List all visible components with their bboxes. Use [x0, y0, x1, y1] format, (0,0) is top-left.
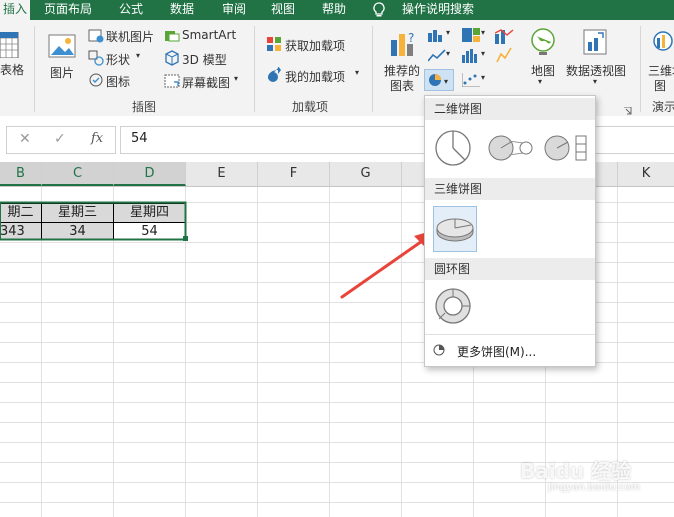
column-header-k[interactable]: K	[618, 162, 674, 186]
bar-of-pie-option[interactable]	[543, 128, 589, 168]
divider	[254, 26, 255, 112]
addins-group-label: 加载项	[292, 100, 329, 114]
section-2d-pie: 二维饼图	[425, 98, 595, 120]
model3d-label[interactable]: 3D 模型	[182, 51, 227, 68]
get-addins-label[interactable]: 获取加载项	[285, 37, 345, 54]
recommended-charts-label-2[interactable]: 图表	[390, 77, 414, 94]
pie-chart-button[interactable]: ▾	[424, 69, 454, 91]
chevron-down-icon[interactable]: ▾	[446, 28, 450, 37]
column-header-g[interactable]: G	[330, 162, 402, 186]
smartart-icon[interactable]	[164, 28, 180, 47]
tab-data[interactable]: 数据	[170, 0, 194, 20]
cell-b3[interactable]: 343	[0, 222, 41, 242]
pivotchart-icon[interactable]	[582, 28, 608, 59]
divider	[372, 26, 373, 112]
more-pie-charts-item[interactable]: 更多饼图(M)...	[457, 343, 536, 360]
section-3d-pie: 三维饼图	[425, 178, 595, 200]
online-picture-icon[interactable]	[88, 28, 104, 47]
my-addins-icon[interactable]	[266, 66, 282, 86]
section-doughnut: 圆环图	[425, 258, 595, 280]
scatter-chart-icon[interactable]	[461, 73, 480, 90]
divider	[640, 26, 641, 112]
table-icon[interactable]	[0, 31, 20, 61]
combo-chart-icon[interactable]	[494, 28, 515, 67]
doughnut-option[interactable]	[433, 286, 473, 326]
tab-review[interactable]: 审阅	[222, 0, 246, 20]
svg-text:?: ?	[408, 31, 414, 45]
watermark-logo: Baidu 经验	[520, 459, 632, 483]
smartart-label[interactable]: SmartArt	[182, 28, 236, 42]
hierarchy-chart-icon[interactable]	[462, 28, 480, 45]
chevron-down-icon[interactable]: ▾	[446, 49, 450, 58]
tab-page-layout[interactable]: 页面布局	[44, 0, 92, 20]
chevron-down-icon[interactable]: ▾	[593, 77, 597, 86]
insert-function-icon[interactable]: fx	[91, 131, 103, 146]
shapes-label[interactable]: 形状	[106, 51, 130, 68]
column-header-d[interactable]: D	[114, 162, 186, 186]
map-globe-icon[interactable]	[530, 28, 556, 59]
store-icon[interactable]	[266, 36, 282, 55]
ribbon-tab-bar: 插入 页面布局 公式 数据 审阅 视图 帮助 操作说明搜索	[0, 0, 674, 20]
maps-label[interactable]: 地图	[531, 62, 555, 79]
chevron-down-icon[interactable]: ▾	[481, 49, 485, 58]
tab-help[interactable]: 帮助	[322, 0, 346, 20]
tell-me-search[interactable]: 操作说明搜索	[402, 0, 474, 20]
chevron-down-icon[interactable]: ▾	[234, 74, 238, 83]
watermark-url: jingyan.baidu.com	[548, 482, 641, 493]
tab-insert[interactable]: 插入	[0, 0, 30, 20]
cell-d3[interactable]: 54	[114, 222, 185, 242]
column-header-e[interactable]: E	[186, 162, 258, 186]
cell-c2[interactable]: 星期三	[42, 203, 113, 223]
picture-label[interactable]: 图片	[50, 64, 74, 81]
chevron-down-icon[interactable]: ▾	[481, 73, 485, 82]
column-header-c[interactable]: C	[42, 162, 114, 186]
svg-text:▾: ▾	[444, 77, 448, 86]
icons-label[interactable]: 图标	[106, 73, 130, 90]
chevron-down-icon[interactable]: ▾	[355, 68, 359, 77]
chevron-down-icon[interactable]: ▾	[136, 51, 140, 60]
illustrations-group-label: 插图	[132, 100, 157, 114]
enter-icon[interactable]: ✓	[54, 131, 66, 147]
my-addins-label[interactable]: 我的加载项	[285, 68, 345, 85]
pie-small-icon	[433, 344, 445, 359]
recommended-charts-icon[interactable]: ?	[390, 30, 416, 61]
column-header-b[interactable]: B	[0, 162, 42, 186]
3d-pie-option[interactable]	[433, 206, 477, 252]
tab-formulas[interactable]: 公式	[119, 0, 143, 20]
pie-of-pie-option[interactable]	[487, 128, 535, 168]
statistic-chart-icon[interactable]	[462, 49, 480, 66]
icons-icon[interactable]	[88, 72, 104, 91]
chevron-down-icon[interactable]: ▾	[481, 28, 485, 37]
pie-chart-option[interactable]	[433, 128, 473, 168]
cell-d2[interactable]: 星期四	[114, 203, 185, 223]
cube-icon[interactable]	[164, 50, 180, 69]
chevron-down-icon[interactable]: ▾	[538, 77, 542, 86]
cancel-icon[interactable]: ✕	[19, 131, 31, 147]
formula-value: 54	[131, 131, 148, 146]
shapes-icon[interactable]	[88, 50, 104, 69]
line-chart-icon[interactable]	[427, 49, 446, 66]
online-picture-label[interactable]: 联机图片	[106, 28, 154, 45]
tab-view[interactable]: 视图	[271, 0, 295, 20]
cell-b2[interactable]: 期二	[0, 203, 41, 223]
tours-group-label: 演示	[652, 100, 674, 114]
formula-buttons: ✕ ✓ fx	[6, 126, 116, 154]
screenshot-label[interactable]: 屏幕截图	[182, 74, 230, 91]
divider	[425, 334, 595, 335]
column-chart-icon[interactable]	[428, 28, 446, 45]
screenshot-icon[interactable]	[164, 73, 180, 92]
map3d-label-2[interactable]: 图	[654, 77, 666, 94]
pie-chart-dropdown: 二维饼图 三维饼图 圆环图 更多饼图(M)...	[424, 95, 596, 367]
lightbulb-icon	[372, 2, 386, 21]
column-header-f[interactable]: F	[258, 162, 330, 186]
map3d-icon[interactable]	[652, 30, 674, 59]
cell-c3[interactable]: 34	[42, 222, 113, 242]
divider	[34, 26, 35, 112]
picture-icon[interactable]	[48, 32, 76, 63]
table-label: 表格	[0, 63, 25, 77]
